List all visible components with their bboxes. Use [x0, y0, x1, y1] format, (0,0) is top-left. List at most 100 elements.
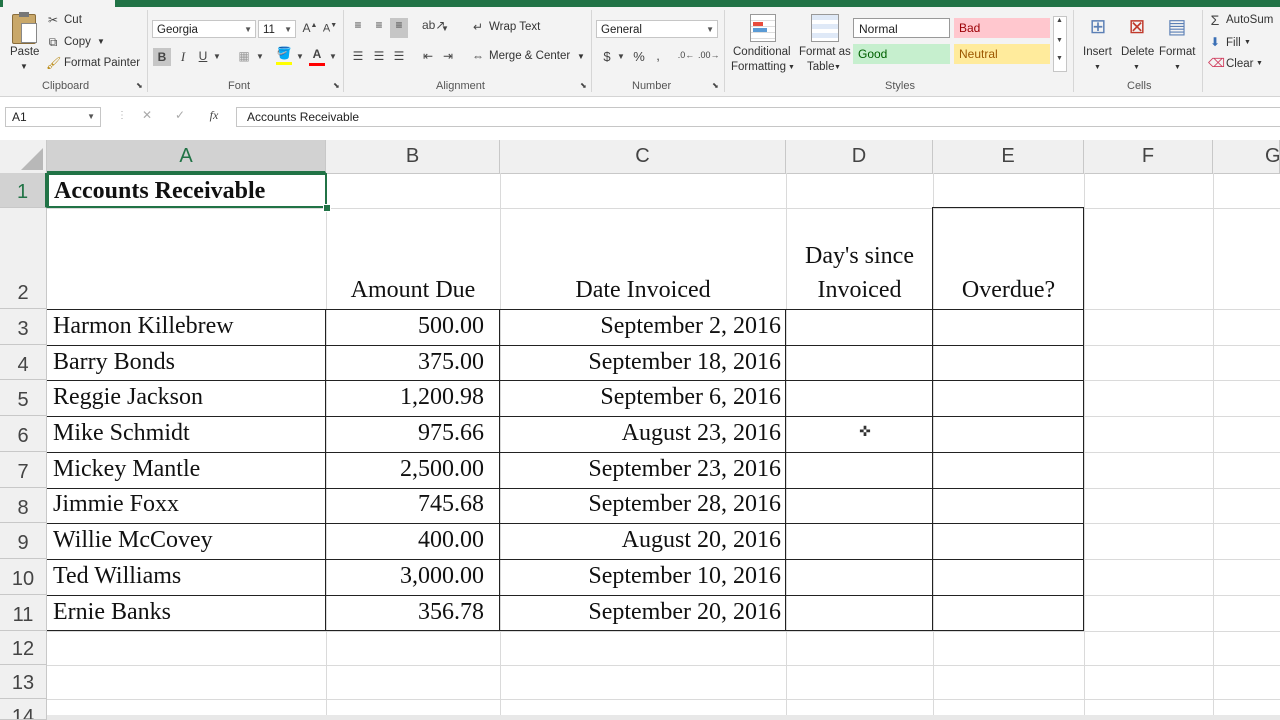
name-box[interactable]: A1 ▼: [5, 107, 101, 127]
dialog-launcher-icon[interactable]: ⬊: [333, 81, 340, 90]
increase-decimal-icon[interactable]: .0←: [676, 50, 696, 60]
chevron-down-icon[interactable]: ▼: [329, 52, 337, 61]
column-header-b[interactable]: B: [326, 140, 500, 173]
styles-scroll[interactable]: ▲ ▼ ▼: [1053, 16, 1067, 72]
cell-date[interactable]: August 23, 2016: [500, 420, 781, 447]
column-header-f[interactable]: F: [1084, 140, 1213, 173]
cell-name[interactable]: Ted Williams: [53, 563, 181, 590]
orientation-icon[interactable]: ab↗: [422, 18, 445, 32]
paste-button[interactable]: Paste ▼: [6, 12, 42, 74]
row-header-13[interactable]: 13: [0, 665, 47, 699]
cell-name[interactable]: Reggie Jackson: [53, 384, 203, 411]
cell-name[interactable]: Mickey Mantle: [53, 456, 200, 483]
comma-style-icon[interactable]: ,: [653, 48, 663, 63]
clear-button[interactable]: ⌫ Clear ▼: [1208, 56, 1280, 74]
row-header-11[interactable]: 11: [0, 595, 47, 631]
style-bad[interactable]: Bad: [954, 18, 1050, 38]
font-name-combo[interactable]: Georgia ▼: [152, 20, 256, 38]
row-header-14[interactable]: 14: [0, 699, 47, 720]
currency-icon[interactable]: $: [600, 49, 614, 64]
chevron-down-icon[interactable]: ▼: [617, 52, 625, 61]
cell-name[interactable]: Jimmie Foxx: [53, 491, 179, 518]
chevron-down-icon[interactable]: ▼: [441, 24, 449, 33]
delete-button[interactable]: ⊠ Delete ▼: [1119, 12, 1155, 78]
wrap-text-button[interactable]: ↵ Wrap Text: [471, 20, 551, 38]
cell-amount[interactable]: 975.66: [326, 420, 484, 447]
enter-icon[interactable]: ✓: [172, 108, 188, 122]
cell-amount[interactable]: 745.68: [326, 491, 484, 518]
cell-date[interactable]: September 2, 2016: [500, 313, 781, 340]
row-header-12[interactable]: 12: [0, 631, 47, 665]
underline-button[interactable]: U: [195, 49, 211, 63]
cell-amount[interactable]: 2,500.00: [326, 456, 484, 483]
cell-date[interactable]: September 23, 2016: [500, 456, 781, 483]
italic-button[interactable]: I: [175, 49, 191, 65]
fill-button[interactable]: ⬇ Fill ▼: [1208, 35, 1280, 53]
cell-date[interactable]: September 6, 2016: [500, 384, 781, 411]
row-header-1[interactable]: 1: [0, 173, 47, 208]
column-header-e[interactable]: E: [933, 140, 1084, 173]
chevron-down-icon[interactable]: ▼: [256, 52, 264, 61]
row-header-6[interactable]: 6: [0, 416, 47, 452]
copy-button[interactable]: ⧉ Copy ▼: [46, 35, 116, 51]
fill-color-icon[interactable]: 🪣: [276, 46, 292, 65]
row-header-3[interactable]: 3: [0, 309, 47, 345]
number-format-combo[interactable]: General ▼: [596, 20, 718, 38]
cell-amount[interactable]: 356.78: [326, 599, 484, 626]
column-header-a[interactable]: A: [47, 140, 326, 173]
cut-button[interactable]: ✂ Cut: [46, 13, 106, 29]
merge-center-button[interactable]: ⇔ Merge & Center ▼: [471, 49, 586, 67]
align-top-icon[interactable]: ≡: [350, 18, 366, 32]
cell-date[interactable]: August 20, 2016: [500, 527, 781, 554]
column-header-d[interactable]: D: [786, 140, 933, 173]
row-header-2[interactable]: 2: [0, 208, 47, 309]
cell-date[interactable]: September 10, 2016: [500, 563, 781, 590]
row-header-10[interactable]: 10: [0, 559, 47, 595]
dialog-launcher-icon[interactable]: ⬊: [580, 81, 587, 90]
column-header-c[interactable]: C: [500, 140, 786, 173]
cell-date[interactable]: September 18, 2016: [500, 349, 781, 376]
cancel-icon[interactable]: ✕: [139, 108, 155, 122]
decrease-indent-icon[interactable]: ⇤: [420, 49, 436, 63]
row-header-8[interactable]: 8: [0, 488, 47, 523]
decrease-font-icon[interactable]: A▼: [322, 22, 338, 35]
style-normal[interactable]: Normal: [853, 18, 950, 38]
cell-amount[interactable]: 400.00: [326, 527, 484, 554]
cell-name[interactable]: Ernie Banks: [53, 599, 171, 626]
cell-name[interactable]: Harmon Killebrew: [53, 313, 234, 340]
align-middle-icon[interactable]: ≡: [371, 18, 387, 32]
format-button[interactable]: ▤ Format ▼: [1157, 12, 1199, 78]
style-good[interactable]: Good: [853, 44, 950, 64]
align-right-icon[interactable]: ☰: [391, 49, 407, 63]
align-bottom-icon[interactable]: ≡: [390, 18, 408, 38]
format-as-table-button[interactable]: Format as Table ▼: [798, 12, 851, 78]
chevron-down-icon[interactable]: ▼: [296, 52, 304, 61]
cell-a1-title[interactable]: Accounts Receivable: [47, 173, 327, 208]
font-color-icon[interactable]: A: [309, 47, 325, 66]
cell-name[interactable]: Barry Bonds: [53, 349, 175, 376]
cell-date[interactable]: September 20, 2016: [500, 599, 781, 626]
align-left-icon[interactable]: ☰: [350, 49, 366, 63]
fill-handle[interactable]: [323, 204, 331, 212]
row-header-9[interactable]: 9: [0, 523, 47, 559]
dialog-launcher-icon[interactable]: ⬊: [136, 81, 143, 90]
cell-name[interactable]: Willie McCovey: [53, 527, 213, 554]
select-all-corner[interactable]: [0, 140, 47, 173]
increase-font-icon[interactable]: A▲: [302, 21, 318, 35]
format-painter-button[interactable]: 🖌 Format Painter: [46, 56, 142, 72]
decrease-decimal-icon[interactable]: .00→: [698, 50, 720, 60]
cell-amount[interactable]: 500.00: [326, 313, 484, 340]
dialog-launcher-icon[interactable]: ⬊: [712, 81, 719, 90]
percent-icon[interactable]: %: [631, 49, 647, 64]
style-neutral[interactable]: Neutral: [954, 44, 1050, 64]
insert-button[interactable]: ⊞ Insert ▼: [1080, 12, 1116, 78]
row-header-4[interactable]: 4: [0, 345, 47, 380]
cell-amount[interactable]: 1,200.98: [326, 384, 484, 411]
formula-input[interactable]: Accounts Receivable: [236, 107, 1280, 127]
column-header-g[interactable]: G: [1213, 140, 1280, 173]
cell-name[interactable]: Mike Schmidt: [53, 420, 190, 447]
borders-icon[interactable]: ▦: [236, 49, 252, 63]
align-center-icon[interactable]: ☰: [371, 49, 387, 63]
bold-button[interactable]: B: [153, 48, 171, 66]
conditional-formatting-button[interactable]: Conditional Formatting ▼: [730, 12, 796, 78]
